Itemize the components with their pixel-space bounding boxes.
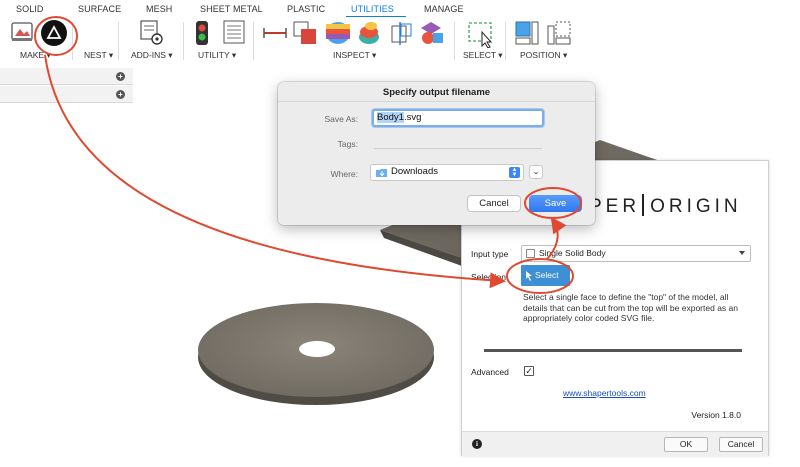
- browser-row[interactable]: +: [0, 86, 133, 103]
- select-window-icon[interactable]: [467, 20, 495, 48]
- scripts-addins-icon[interactable]: [140, 20, 164, 46]
- selection-label: Selection: [471, 272, 506, 282]
- revert-position-icon[interactable]: [546, 20, 572, 46]
- input-type-value: Single Solid Body: [539, 248, 606, 258]
- filename-selection: Body1: [377, 112, 404, 123]
- component-color-cycling-icon[interactable]: [419, 20, 445, 46]
- dialog-title-divider: [278, 101, 595, 102]
- expand-dialog-button[interactable]: ⌄: [529, 165, 543, 179]
- where-label: Where:: [330, 169, 358, 179]
- shaper-origin-logo: PER ORIGIN: [589, 194, 742, 218]
- disc-side: [198, 309, 434, 405]
- group-inspect[interactable]: INSPECT ▾: [333, 50, 376, 61]
- process-checks-icon[interactable]: [194, 20, 210, 46]
- back-plate-edge: [380, 230, 462, 266]
- curvature-analysis-icon[interactable]: [325, 20, 351, 46]
- logo-divider: [642, 194, 645, 216]
- logo-text-right: ORIGIN: [650, 196, 742, 217]
- group-nest[interactable]: NEST ▾: [84, 50, 113, 61]
- logo-text-left: PER: [589, 196, 641, 217]
- where-stepper-icon: ▲ ▼: [509, 167, 520, 178]
- ribbon-tabs: SOLID SURFACE MESH SHEET METAL PLASTIC U…: [0, 0, 800, 17]
- group-select[interactable]: SELECT ▾: [463, 50, 503, 61]
- tags-input[interactable]: [374, 148, 542, 149]
- toolbar-divider: [72, 22, 73, 60]
- make-shaper-origin-icon[interactable]: [40, 19, 68, 47]
- panel-footer: i OK Cancel: [462, 431, 768, 456]
- group-make[interactable]: MAKE ▾: [20, 50, 51, 61]
- info-icon[interactable]: i: [472, 439, 482, 449]
- tags-label: Tags:: [337, 139, 358, 149]
- expand-plus-icon[interactable]: +: [116, 72, 125, 81]
- panel-cancel-button[interactable]: Cancel: [719, 437, 763, 452]
- version-text: Version 1.8.0: [691, 410, 741, 420]
- toolbar-divider: [253, 22, 254, 60]
- advanced-checkbox[interactable]: ✓: [524, 366, 534, 376]
- body-icon: [526, 249, 535, 258]
- toolbar-divider: [454, 22, 455, 60]
- input-type-label: Input type: [471, 249, 509, 259]
- cursor-arrow-icon: [526, 271, 532, 281]
- ok-button[interactable]: OK: [664, 437, 708, 452]
- selection-description: Select a single face to define the "top"…: [523, 292, 738, 323]
- select-button-label: Select: [535, 270, 559, 280]
- downloads-folder-icon: [376, 169, 387, 177]
- expand-plus-icon[interactable]: +: [116, 90, 125, 99]
- tab-manage[interactable]: MANAGE: [424, 4, 464, 14]
- divider: [484, 349, 742, 352]
- disc-top: [198, 303, 434, 397]
- parameters-icon[interactable]: [223, 20, 245, 44]
- advanced-label: Advanced: [471, 367, 509, 377]
- interference-icon[interactable]: [292, 20, 318, 46]
- measure-icon[interactable]: [262, 26, 288, 40]
- input-type-dropdown[interactable]: Single Solid Body: [521, 245, 751, 262]
- toolbar-divider: [183, 22, 184, 60]
- tab-solid[interactable]: SOLID: [16, 4, 44, 14]
- toolbar-divider: [505, 22, 506, 60]
- where-value: Downloads: [391, 166, 438, 177]
- select-face-button[interactable]: Select: [521, 265, 570, 286]
- dropdown-caret-icon: [739, 251, 745, 255]
- tab-utilities[interactable]: UTILITIES: [351, 4, 394, 14]
- where-dropdown[interactable]: Downloads ▲ ▼: [370, 164, 524, 181]
- save-button[interactable]: Save: [529, 195, 582, 212]
- browser-row[interactable]: +: [0, 68, 133, 85]
- group-utility[interactable]: UTILITY ▾: [198, 50, 236, 61]
- group-position[interactable]: POSITION ▾: [520, 50, 567, 61]
- zebra-analysis-icon[interactable]: [356, 20, 382, 46]
- filename-extension: .svg: [403, 112, 422, 123]
- tab-plastic[interactable]: PLASTIC: [287, 4, 325, 14]
- save-dialog: Specify output filename Save As: Body1.s…: [278, 82, 595, 225]
- dialog-title: Specify output filename: [382, 87, 491, 98]
- tab-surface[interactable]: SURFACE: [78, 4, 121, 14]
- toolbar-divider: [118, 22, 119, 60]
- make-3d-print-icon[interactable]: [10, 20, 34, 44]
- cancel-button[interactable]: Cancel: [467, 195, 521, 212]
- disc-hole: [299, 341, 335, 357]
- shapertools-link[interactable]: www.shapertools.com: [563, 388, 646, 398]
- group-add-ins[interactable]: ADD-INS ▾: [131, 50, 173, 61]
- tab-sheet-metal[interactable]: SHEET METAL: [200, 4, 263, 14]
- save-as-label: Save As:: [324, 114, 358, 124]
- section-analysis-icon[interactable]: [389, 20, 415, 46]
- tab-mesh[interactable]: MESH: [146, 4, 172, 14]
- filename-input[interactable]: Body1.svg: [372, 109, 544, 127]
- capture-position-icon[interactable]: [514, 20, 540, 46]
